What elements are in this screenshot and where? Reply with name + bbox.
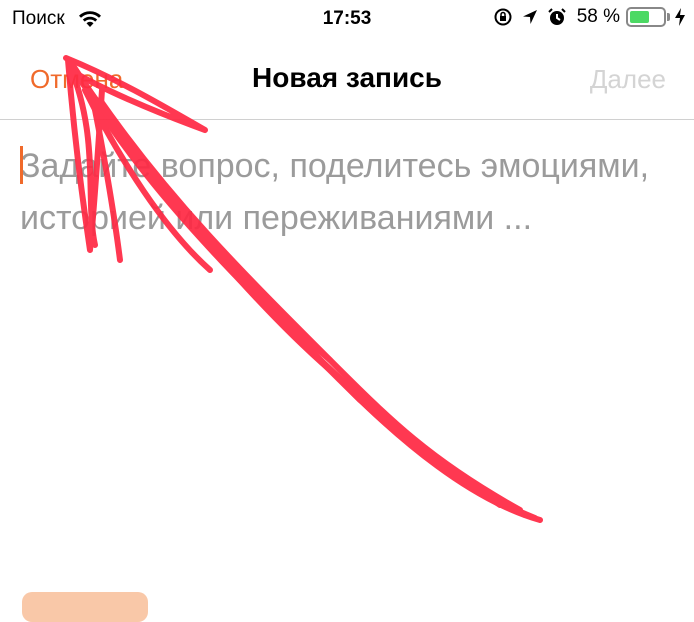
location-arrow-icon	[522, 10, 537, 24]
orientation-lock-icon	[494, 8, 512, 26]
battery-cap	[667, 13, 670, 21]
bottom-action-button[interactable]	[22, 592, 148, 622]
post-placeholder: Задайте вопрос, поделитесь эмоциями, ист…	[20, 147, 650, 237]
status-right: 58 %	[485, 6, 686, 28]
alarm-icon	[547, 8, 566, 25]
charging-bolt-icon	[675, 8, 685, 26]
navigation-bar: Отмена Новая запись Далее	[0, 40, 694, 120]
post-text-area[interactable]: Задайте вопрос, поделитесь эмоциями, ист…	[20, 140, 670, 520]
next-button[interactable]: Далее	[590, 64, 666, 95]
status-bar: Поиск 17:53 58 %	[0, 0, 694, 40]
text-cursor	[20, 146, 23, 184]
battery-fill	[630, 11, 649, 23]
battery-percent: 58 %	[576, 6, 620, 27]
battery-icon	[626, 7, 666, 27]
